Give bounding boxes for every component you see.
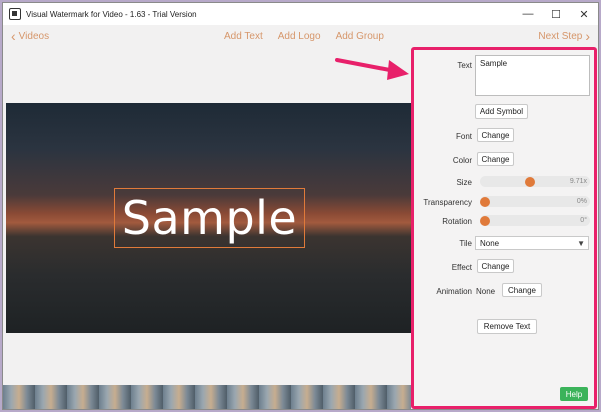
- back-label: Videos: [18, 30, 50, 42]
- color-change-button[interactable]: Change: [477, 152, 514, 166]
- font-label: Font: [455, 132, 472, 141]
- chevron-right-icon: ›: [585, 28, 590, 44]
- app-window: Visual Watermark for Video - 1.63 - Tria…: [2, 2, 599, 410]
- window-controls: — ☐ ✕: [514, 3, 598, 25]
- video-preview: Sample: [6, 103, 411, 333]
- text-input[interactable]: Sample: [475, 55, 590, 96]
- animation-label: Animation: [436, 287, 472, 296]
- maximize-icon[interactable]: ☐: [542, 3, 570, 25]
- title-bar: Visual Watermark for Video - 1.63 - Tria…: [3, 3, 598, 25]
- transparency-slider[interactable]: 0%: [480, 196, 590, 207]
- size-slider[interactable]: 9.71x: [480, 176, 590, 187]
- text-settings-panel: Text Sample Add Symbol Font Change Color…: [411, 47, 597, 409]
- animation-value: None: [476, 287, 496, 296]
- tile-select[interactable]: None ▼: [475, 236, 589, 250]
- rotation-slider[interactable]: 0°: [480, 215, 590, 226]
- text-label: Text: [457, 61, 472, 70]
- size-value: 9.71x: [569, 178, 587, 185]
- close-icon[interactable]: ✕: [570, 3, 598, 25]
- font-change-button[interactable]: Change: [477, 128, 514, 142]
- help-button[interactable]: Help: [560, 387, 588, 401]
- transparency-value: 0%: [576, 198, 587, 205]
- minimize-icon[interactable]: —: [514, 3, 542, 25]
- size-label: Size: [456, 178, 472, 187]
- tile-select-value: None: [480, 238, 500, 248]
- watermark-text-box[interactable]: Sample: [114, 188, 305, 248]
- window-title: Visual Watermark for Video - 1.63 - Tria…: [26, 9, 197, 19]
- watermark-text: Sample: [121, 191, 298, 245]
- add-symbol-button[interactable]: Add Symbol: [475, 104, 528, 119]
- add-text-link[interactable]: Add Text: [224, 31, 263, 42]
- animation-change-button[interactable]: Change: [502, 283, 542, 297]
- effect-label: Effect: [451, 263, 472, 272]
- transparency-slider-knob[interactable]: [480, 196, 490, 207]
- app-icon: [9, 8, 21, 20]
- next-label: Next Step: [538, 30, 583, 42]
- size-slider-knob[interactable]: [525, 176, 535, 187]
- preview-area: Sample: [3, 49, 411, 385]
- pointer-arrow-icon: [335, 58, 409, 80]
- next-step-link[interactable]: Next Step ›: [538, 28, 590, 44]
- transparency-label: Transparency: [423, 198, 472, 207]
- color-label: Color: [452, 156, 472, 165]
- add-actions: Add Text Add Logo Add Group: [224, 31, 384, 42]
- effect-change-button[interactable]: Change: [477, 259, 514, 273]
- tile-label: Tile: [459, 239, 472, 248]
- remove-text-button[interactable]: Remove Text: [477, 319, 537, 334]
- top-nav: ‹ Videos Add Text Add Logo Add Group Nex…: [3, 25, 598, 49]
- add-group-link[interactable]: Add Group: [336, 31, 384, 42]
- video-filmstrip[interactable]: [3, 385, 411, 409]
- add-logo-link[interactable]: Add Logo: [278, 31, 321, 42]
- rotation-label: Rotation: [442, 217, 472, 226]
- chevron-left-icon: ‹: [11, 28, 16, 44]
- rotation-slider-knob[interactable]: [480, 215, 490, 226]
- chevron-down-icon: ▼: [577, 239, 585, 248]
- back-to-videos-link[interactable]: ‹ Videos: [11, 28, 50, 44]
- rotation-value: 0°: [580, 217, 587, 224]
